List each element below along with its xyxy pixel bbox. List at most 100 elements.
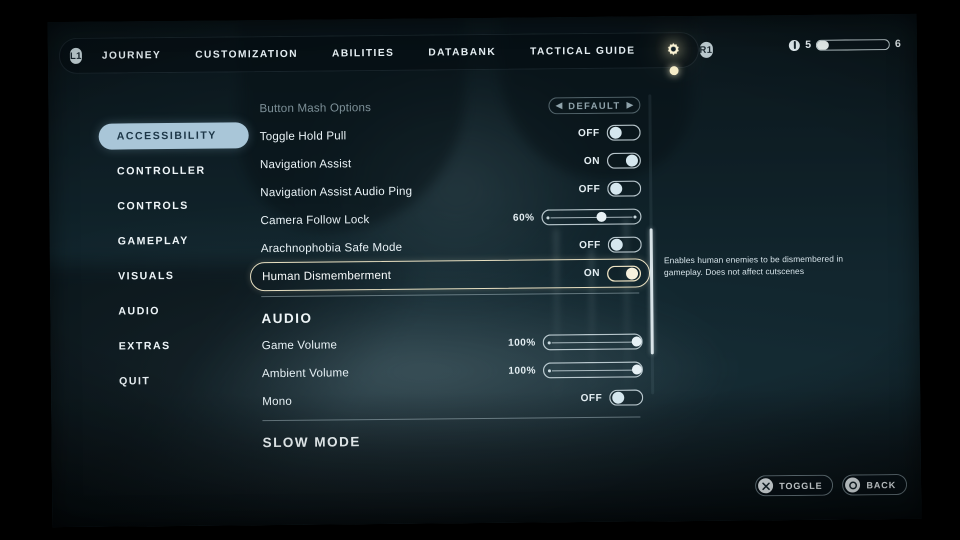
toggle-state-label: OFF [580, 392, 603, 404]
tab-databank[interactable]: DATABANK [428, 46, 496, 58]
prompt-label: BACK [866, 479, 897, 490]
option-label: Button Mash Options [259, 100, 372, 115]
active-tab-indicator [669, 66, 679, 76]
toggle-state-label: OFF [578, 183, 601, 195]
slider-knob[interactable] [631, 336, 642, 347]
slider-value-label: 100% [508, 337, 536, 349]
option-label: Navigation Assist [259, 156, 352, 171]
option-control[interactable]: 60% [513, 208, 642, 225]
section-header-audio: AUDIO [261, 310, 313, 327]
option-label: Ambient Volume [261, 365, 349, 380]
section-header-slow-mode: SLOW MODE [262, 434, 361, 451]
chapter-icon [789, 39, 801, 51]
cross-button-icon [758, 478, 774, 494]
chevron-right-icon[interactable]: ▶ [626, 99, 633, 109]
toggle-switch[interactable] [607, 236, 642, 253]
slider-camera-follow-lock[interactable] [541, 208, 641, 225]
sidebar-item-controller[interactable]: CONTROLLER [99, 157, 249, 184]
option-label: Toggle Hold Pull [259, 128, 347, 143]
slider-track [550, 216, 633, 219]
option-row-arachnophobia-safe-mode[interactable]: Arachnophobia Safe Mode OFF [250, 230, 650, 262]
option-row-human-dismemberment[interactable]: Human Dismemberment ON [249, 258, 651, 292]
prompt-back[interactable]: BACK [842, 473, 908, 496]
button-prompts: TOGGLE BACK [755, 473, 908, 497]
prompt-label: TOGGLE [779, 480, 823, 491]
toggle-state-label: OFF [579, 239, 601, 251]
toggle-state-label: OFF [577, 127, 600, 139]
prompt-toggle[interactable]: TOGGLE [755, 474, 834, 497]
toggle-state-label: ON [583, 267, 601, 280]
option-row-button-mash-options[interactable]: Button Mash Options ◀ DEFAULT ▶ [248, 90, 648, 122]
toggle-switch[interactable] [606, 124, 641, 141]
sidebar-item-accessibility[interactable]: ACCESSIBILITY [98, 122, 249, 150]
tab-settings[interactable] [663, 40, 683, 76]
slider-value-label: 100% [508, 365, 537, 377]
tab-abilities[interactable]: ABILITIES [332, 47, 394, 59]
section-divider [261, 292, 640, 298]
slider-track [551, 369, 634, 372]
photographed-screen: L1 JOURNEY CUSTOMIZATION ABILITIES DATAB… [0, 0, 960, 540]
chapter-meter: 5 6 [789, 38, 901, 51]
toggle-switch[interactable] [609, 389, 644, 406]
top-tab-bar: L1 JOURNEY CUSTOMIZATION ABILITIES DATAB… [58, 31, 713, 76]
option-row-camera-follow-lock[interactable]: Camera Follow Lock 60% [249, 202, 649, 234]
option-row-game-volume[interactable]: Game Volume 100% [251, 327, 651, 359]
option-control[interactable]: ◀ DEFAULT ▶ [548, 96, 640, 114]
slider-knob[interactable] [631, 364, 643, 375]
sidebar-item-quit[interactable]: QUIT [101, 367, 251, 394]
tab-tactical-guide[interactable]: TACTICAL GUIDE [530, 45, 635, 57]
sidebar-item-gameplay[interactable]: GAMEPLAY [100, 227, 250, 254]
option-row-ambient-volume[interactable]: Ambient Volume 100% [251, 355, 651, 387]
gear-icon[interactable] [663, 40, 683, 60]
option-label: Camera Follow Lock [260, 212, 370, 227]
slider-max-dot [633, 215, 637, 219]
option-control[interactable]: OFF [579, 236, 642, 253]
chapter-current: 5 [805, 38, 812, 51]
toggle-switch[interactable] [607, 180, 642, 197]
chapter-total: 6 [894, 37, 901, 51]
option-control[interactable]: OFF [580, 389, 644, 406]
option-row-mono[interactable]: Mono OFF [251, 383, 651, 415]
right-bumper-badge[interactable]: R1 [699, 41, 713, 58]
option-label: Mono [262, 394, 293, 408]
left-bumper-badge[interactable]: L1 [69, 47, 82, 64]
option-row-navigation-assist[interactable]: Navigation Assist ON [249, 146, 649, 178]
tab-list: JOURNEY CUSTOMIZATION ABILITIES DATABANK… [102, 40, 684, 76]
option-row-toggle-hold-pull[interactable]: Toggle Hold Pull OFF [249, 118, 649, 150]
toggle-switch[interactable] [606, 264, 642, 282]
sidebar-item-controls[interactable]: CONTROLS [99, 192, 249, 219]
slider-min-dot [547, 341, 551, 344]
slider-min-dot [546, 216, 550, 219]
slider-min-dot [547, 369, 551, 372]
options-panel: Button Mash Options ◀ DEFAULT ▶ Toggle H… [248, 90, 651, 455]
option-control[interactable]: OFF [578, 180, 642, 197]
section-divider [262, 416, 641, 422]
sidebar-item-visuals[interactable]: VISUALS [100, 262, 250, 289]
game-settings-screen: L1 JOURNEY CUSTOMIZATION ABILITIES DATAB… [47, 13, 922, 528]
option-label: Arachnophobia Safe Mode [260, 240, 403, 255]
option-control[interactable]: ON [584, 152, 642, 169]
circle-button-icon [845, 477, 861, 493]
chevron-left-icon[interactable]: ◀ [555, 100, 562, 110]
option-label: Human Dismemberment [261, 268, 392, 284]
chapter-progress-bar [815, 38, 891, 51]
toggle-switch[interactable] [606, 152, 642, 169]
stepper-button-mash[interactable]: ◀ DEFAULT ▶ [548, 96, 640, 114]
slider-value-label: 60% [512, 212, 535, 224]
option-description: Enables human enemies to be dismembered … [663, 253, 844, 278]
slider-ambient-volume[interactable] [543, 361, 643, 378]
option-control[interactable]: 100% [508, 333, 643, 350]
tab-customization[interactable]: CUSTOMIZATION [195, 48, 298, 60]
sidebar-item-audio[interactable]: AUDIO [100, 297, 250, 324]
option-control[interactable]: 100% [508, 361, 643, 378]
option-row-navigation-assist-audio-ping[interactable]: Navigation Assist Audio Ping OFF [249, 174, 649, 206]
chapter-progress-fill [816, 40, 830, 50]
slider-knob[interactable] [596, 211, 607, 222]
slider-game-volume[interactable] [543, 333, 643, 350]
slider-track [551, 341, 634, 344]
tab-journey[interactable]: JOURNEY [102, 50, 162, 62]
option-control[interactable]: ON [583, 264, 642, 282]
option-control[interactable]: OFF [578, 124, 641, 141]
sidebar-item-extras[interactable]: EXTRAS [101, 332, 251, 359]
settings-sidebar: ACCESSIBILITY CONTROLLER CONTROLS GAMEPL… [98, 122, 252, 403]
